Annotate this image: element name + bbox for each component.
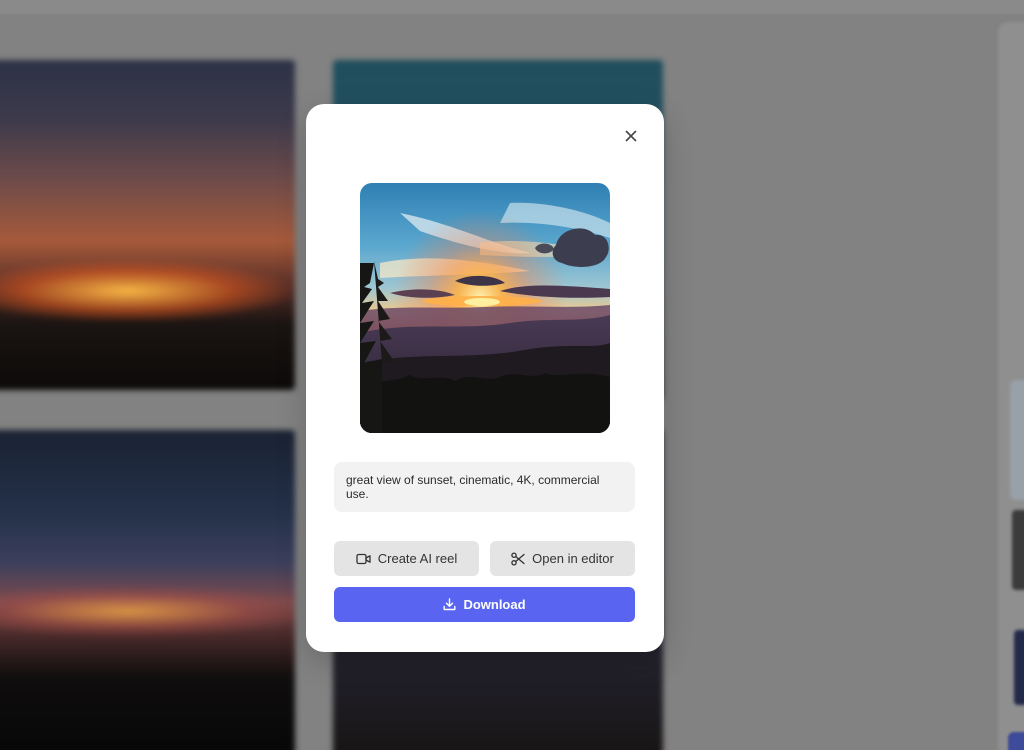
sunset-image: [360, 183, 610, 433]
image-preview-modal: great view of sunset, cinematic, 4K, com…: [306, 104, 664, 652]
background-image-tile: [0, 430, 295, 750]
generated-image-preview: [360, 183, 610, 433]
download-label: Download: [463, 597, 526, 612]
scissors-icon: [511, 551, 525, 566]
background-image-tile: [0, 60, 295, 390]
open-in-editor-label: Open in editor: [532, 551, 614, 566]
background-sidebar-thumbnail: [1012, 510, 1024, 590]
background-topbar: [0, 0, 1024, 14]
background-sidebar-thumbnail: [1010, 380, 1024, 500]
open-in-editor-button[interactable]: Open in editor: [490, 541, 635, 576]
download-icon: [443, 598, 456, 611]
close-button[interactable]: [621, 126, 641, 146]
create-ai-reel-button[interactable]: Create AI reel: [334, 541, 479, 576]
prompt-text: great view of sunset, cinematic, 4K, com…: [334, 462, 635, 512]
background-sidebar-thumbnail: [1014, 630, 1024, 705]
close-icon: [625, 130, 637, 142]
video-camera-icon: [356, 553, 371, 564]
create-ai-reel-label: Create AI reel: [377, 551, 458, 566]
download-button[interactable]: Download: [334, 587, 635, 622]
background-sidebar-button: [1008, 732, 1024, 750]
